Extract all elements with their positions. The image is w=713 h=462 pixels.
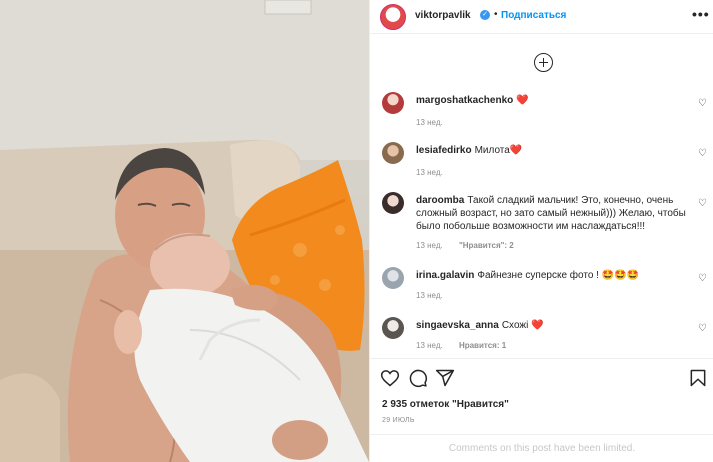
comment-meta: 13 нед.: [416, 118, 457, 127]
comment-body: ❤️: [516, 95, 529, 106]
comment-time: 13 нед.: [416, 241, 443, 250]
comment-likes[interactable]: "Нравится": 2: [459, 241, 514, 250]
commenter-username[interactable]: irina.galavin: [416, 270, 474, 281]
comment-text: irina.galavin Файнезне суперске фото ! 🤩🤩…: [416, 269, 686, 282]
comment-like-heart-icon[interactable]: ♡: [698, 324, 708, 334]
share-icon[interactable]: [435, 368, 455, 388]
comment-body: Схожі ❤️: [501, 320, 544, 331]
commenter-avatar[interactable]: [382, 267, 404, 289]
comment-text: daroomba Такой сладкий мальчик! Это, коне…: [416, 194, 686, 233]
heart-icon[interactable]: [380, 368, 400, 388]
comment-like-heart-icon[interactable]: ♡: [698, 99, 708, 109]
bookmark-icon[interactable]: [688, 368, 708, 388]
commenter-username[interactable]: singaevska_anna: [416, 320, 499, 331]
comment-time: 13 нед.: [416, 291, 443, 300]
post-header: viktorpavlik ✓ • Подписаться •••: [370, 0, 713, 34]
comment-time: 13 нед.: [416, 168, 443, 177]
follow-button[interactable]: Подписаться: [501, 10, 566, 21]
comment-meta: 13 нед. Нравится: 1: [416, 341, 520, 350]
comment-meta: 13 нед. "Нравится": 2: [416, 241, 528, 250]
more-options-icon[interactable]: •••: [692, 6, 710, 22]
author-username[interactable]: viktorpavlik: [415, 10, 471, 21]
commenter-username[interactable]: lesiafedirko: [416, 145, 472, 156]
author-avatar[interactable]: [380, 4, 406, 30]
comment-like-heart-icon[interactable]: ♡: [698, 149, 708, 159]
commenter-avatar[interactable]: [382, 192, 404, 214]
comment-text: margoshatkachenko ❤️: [416, 94, 686, 107]
comment-icon[interactable]: [408, 368, 428, 388]
comment-time: 13 нед.: [416, 118, 443, 127]
verified-badge-icon: ✓: [480, 10, 490, 20]
comment-body: Файнезне суперске фото ! 🤩🤩🤩: [477, 270, 640, 281]
comment-likes[interactable]: Нравится: 1: [459, 341, 506, 350]
post-photo[interactable]: [0, 0, 369, 462]
commenter-avatar[interactable]: [382, 142, 404, 164]
comment-like-heart-icon[interactable]: ♡: [698, 199, 708, 209]
commenter-username[interactable]: daroomba: [416, 195, 464, 206]
comment-meta: 13 нед.: [416, 291, 457, 300]
post-date[interactable]: 29 ИЮЛЬ: [382, 417, 415, 424]
comment-meta: 13 нед.: [416, 168, 457, 177]
comment-text: lesiafedirko Милота❤️: [416, 144, 686, 157]
commenter-avatar[interactable]: [382, 92, 404, 114]
photo-illustration: [0, 0, 369, 462]
comments-limited-notice: Comments on this post have been limited.: [370, 434, 713, 461]
comment-text: singaevska_anna Схожі ❤️: [416, 319, 686, 332]
likes-count[interactable]: 2 935 отметок "Нравится": [382, 399, 509, 410]
commenter-username[interactable]: margoshatkachenko: [416, 95, 513, 106]
commenter-avatar[interactable]: [382, 317, 404, 339]
post-sidebar: viktorpavlik ✓ • Подписаться ••• margosh…: [369, 0, 713, 462]
comment-body: Милота❤️: [474, 145, 523, 156]
plus-circle-icon[interactable]: [534, 53, 553, 72]
comment-like-heart-icon[interactable]: ♡: [698, 274, 708, 284]
separator-dot: •: [494, 9, 498, 20]
comment-time: 13 нед.: [416, 341, 443, 350]
post-actions: 2 935 отметок "Нравится" 29 ИЮЛЬ Comment…: [370, 358, 713, 460]
